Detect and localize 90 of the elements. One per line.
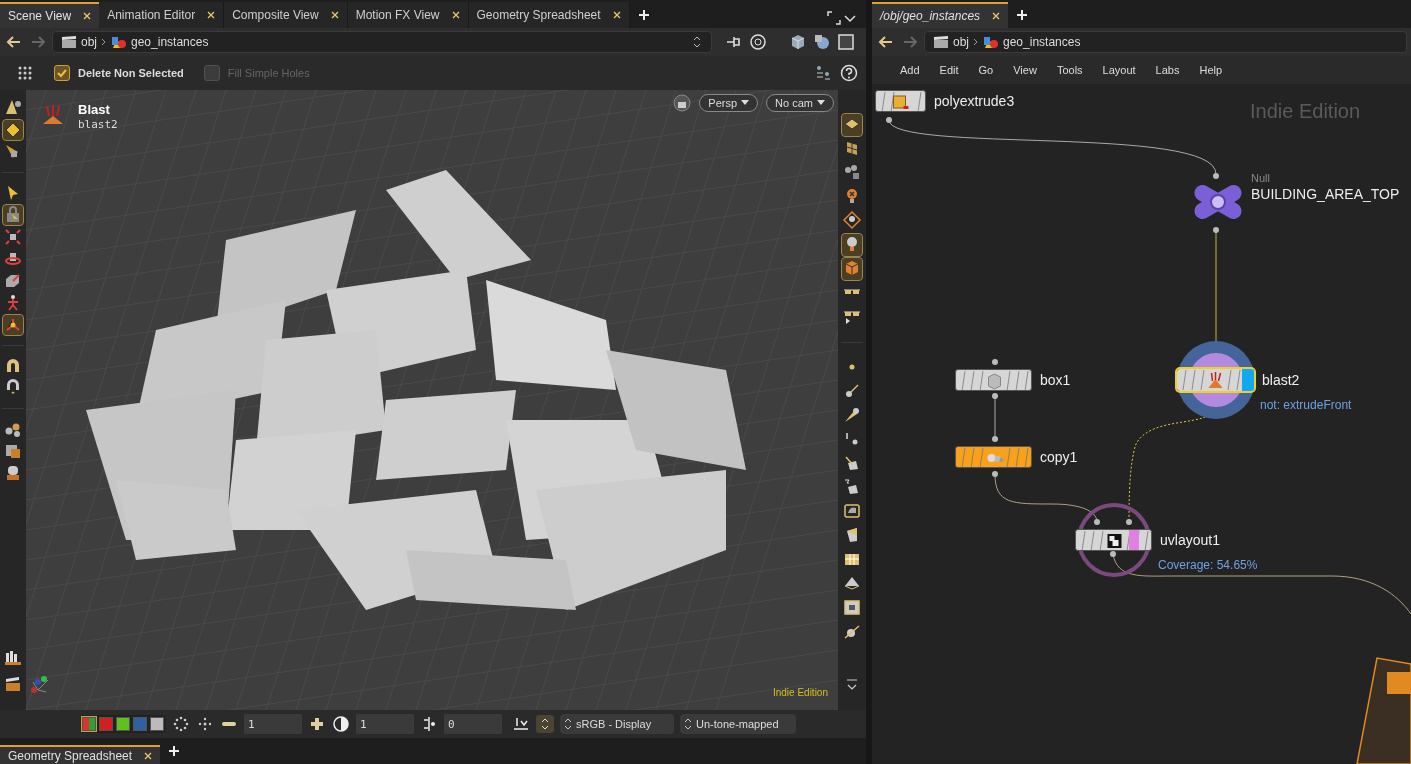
edition-label: Indie Edition xyxy=(772,686,828,700)
path-bar[interactable]: obj geo_instances xyxy=(924,31,1407,53)
node-name-label: blast2 xyxy=(78,118,118,132)
tab[interactable]: Geometry Spreadsheet xyxy=(468,2,630,28)
close-icon[interactable] xyxy=(451,11,460,19)
clapper-icon[interactable] xyxy=(3,674,23,694)
node-name-label: blast2 xyxy=(1262,371,1300,390)
help-icon[interactable] xyxy=(840,64,858,82)
path-segment[interactable]: obj xyxy=(81,33,97,51)
close-icon[interactable] xyxy=(83,12,92,20)
value-field[interactable]: 1 xyxy=(356,714,414,734)
shaded-cube-icon[interactable] xyxy=(842,258,862,280)
caret-icon xyxy=(817,100,825,106)
shapes-icon xyxy=(983,35,999,49)
node-tile[interactable] xyxy=(955,369,1032,391)
checkbox-label: Delete Non Selected xyxy=(78,65,184,81)
checkbox[interactable] xyxy=(54,65,70,81)
node-name-label: BUILDING_AREA_TOP xyxy=(1251,185,1400,203)
bulb-diamond-icon[interactable] xyxy=(842,210,862,232)
menu-item[interactable]: Edit xyxy=(931,61,967,79)
close-icon[interactable] xyxy=(992,12,1001,20)
tonemap-dropdown[interactable]: Un-tone-mapped xyxy=(680,714,796,734)
bookshelf-icon[interactable] xyxy=(3,648,23,668)
shapes-icon xyxy=(111,35,127,49)
move-arrows-icon[interactable] xyxy=(3,227,23,247)
path-bar[interactable]: obj geo_instances xyxy=(52,31,712,53)
locked-select-icon[interactable] xyxy=(3,205,23,225)
tab[interactable]: Animation Editor xyxy=(99,2,225,28)
stepper-icon[interactable] xyxy=(564,718,572,730)
camera-lock-icon[interactable] xyxy=(673,94,692,112)
colorspace-dropdown[interactable]: sRGB - Display xyxy=(560,714,674,734)
tab[interactable]: Motion FX View xyxy=(347,2,469,28)
menu-item[interactable]: Add xyxy=(892,61,928,79)
clapperboard-icon xyxy=(933,35,949,49)
menu-item[interactable]: Layout xyxy=(1094,61,1144,79)
bulb-icon[interactable] xyxy=(842,234,862,256)
menu-item[interactable]: Labs xyxy=(1147,61,1188,79)
menu-item[interactable]: Tools xyxy=(1048,61,1091,79)
clapperboard-icon xyxy=(61,35,77,49)
node-comment: not: extrudeFront xyxy=(1260,397,1352,414)
close-icon[interactable] xyxy=(207,11,216,19)
node-tile[interactable] xyxy=(875,90,926,112)
tab[interactable]: /obj/geo_instances xyxy=(872,2,1009,28)
stepper-icon[interactable] xyxy=(684,718,692,730)
stepper-icon[interactable] xyxy=(536,715,554,733)
plane-icon[interactable] xyxy=(842,114,862,136)
node-tile[interactable] xyxy=(1075,529,1152,551)
target-icon[interactable] xyxy=(748,32,768,52)
camera-menu[interactable]: No cam xyxy=(766,94,834,112)
close-icon[interactable] xyxy=(144,751,153,760)
node-tile[interactable] xyxy=(1177,369,1254,391)
node-comment: Coverage: 54.65% xyxy=(1158,557,1258,574)
value-field[interactable]: 1 xyxy=(244,714,302,734)
menu-item[interactable]: Go xyxy=(970,61,1002,79)
handle-icon[interactable] xyxy=(3,315,23,335)
path-segment[interactable]: geo_instances xyxy=(1003,33,1081,51)
close-icon[interactable] xyxy=(330,11,339,19)
node-type-label: Blast xyxy=(78,102,111,118)
shaded-sphere-icon[interactable] xyxy=(812,32,832,52)
close-icon[interactable] xyxy=(612,11,621,19)
chevron-icon xyxy=(101,38,107,46)
lut-icon[interactable] xyxy=(512,715,530,733)
value-field[interactable]: 0 xyxy=(444,714,502,734)
menu-item[interactable]: Help xyxy=(1191,61,1231,79)
menu-item[interactable]: View xyxy=(1005,61,1045,79)
caret-icon xyxy=(741,100,750,106)
square-icon[interactable] xyxy=(836,32,856,52)
path-segment[interactable]: geo_instances xyxy=(131,33,209,51)
tab[interactable]: Geometry Spreadsheet xyxy=(0,745,161,764)
plus-icon[interactable] xyxy=(308,715,326,733)
tab[interactable]: Composite View xyxy=(224,2,348,28)
view-menu[interactable]: Persp xyxy=(699,94,759,112)
grid-dots-icon[interactable] xyxy=(16,64,34,82)
node-name-label: polyextrude3 xyxy=(934,92,1015,111)
node-name-label: box1 xyxy=(1040,371,1071,390)
sparkle-icon[interactable] xyxy=(172,715,190,733)
contrast-icon[interactable] xyxy=(332,715,350,733)
hierarchy-icon[interactable] xyxy=(814,64,832,82)
tab[interactable]: Scene View xyxy=(0,2,100,28)
diamond-icon[interactable] xyxy=(3,120,23,140)
path-segment[interactable]: obj xyxy=(953,33,969,51)
node-type-label: Null xyxy=(1251,172,1271,185)
checkbox-label: Fill Simple Holes xyxy=(227,65,310,81)
stepper-icon[interactable] xyxy=(691,34,703,50)
node-name-label: uvlayout1 xyxy=(1160,531,1220,550)
chevron-icon xyxy=(973,38,979,46)
node-tile[interactable] xyxy=(955,446,1032,468)
node-name-label: copy1 xyxy=(1040,448,1078,467)
sparkle-small-icon[interactable] xyxy=(196,715,214,733)
maximize-icon[interactable] xyxy=(826,8,842,28)
